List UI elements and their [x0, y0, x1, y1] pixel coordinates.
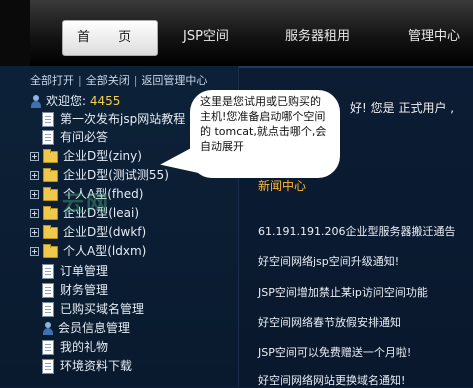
expand-icon[interactable]	[30, 228, 39, 237]
news-center-heading: 新闻中心	[258, 179, 307, 193]
content-divider	[238, 66, 473, 68]
tree-item-orders[interactable]: 订单管理	[30, 262, 108, 280]
tree-item-label: 有问必答	[60, 130, 109, 144]
document-icon	[42, 283, 54, 298]
collapse-all-link[interactable]: 全部关闭	[86, 74, 130, 87]
tree-item-label: 企业D型(dwkf)	[63, 225, 147, 239]
tree-item-label: 财务管理	[60, 283, 109, 297]
news-link[interactable]: JSP空间增加禁止某ip访问空间功能	[258, 284, 428, 300]
back-to-management-link[interactable]: 返回管理中心	[141, 74, 207, 87]
tree-item-faq[interactable]: 有问必答	[30, 128, 108, 146]
expand-icon[interactable]	[30, 190, 39, 199]
tree-item-downloads[interactable]: 环境资料下载	[30, 357, 132, 375]
news-link[interactable]: 61.191.191.206企业型服务器搬迁通告	[258, 223, 455, 239]
tree-item-member-info[interactable]: 会员信息管理	[30, 319, 130, 337]
document-icon	[42, 112, 54, 127]
document-icon	[42, 340, 54, 355]
tree-item-label: 已购买域名管理	[60, 302, 145, 316]
folder-icon	[43, 186, 58, 201]
tree-item-label: 我的礼物	[60, 340, 109, 354]
folder-icon	[43, 148, 58, 163]
expand-icon[interactable]	[30, 152, 39, 161]
folder-icon	[43, 243, 58, 258]
member-icon	[42, 322, 54, 335]
nav-jsp-hosting[interactable]: JSP空间	[183, 20, 229, 54]
nav-management-center[interactable]: 管理中心	[408, 20, 460, 54]
document-icon	[42, 359, 54, 374]
welcome-row: 欢迎您: 4455	[30, 92, 120, 110]
expand-icon[interactable]	[30, 209, 39, 218]
tree-item-space-ziny[interactable]: 企业D型(ziny)	[30, 147, 142, 165]
news-link[interactable]: 好空间网络jsp空间升级通知!	[258, 253, 399, 269]
tree-item-label: 个人A型(ldxm)	[63, 244, 147, 258]
document-icon	[42, 130, 54, 145]
watermark: 云网	[62, 192, 111, 217]
tree-item-label: 会员信息管理	[58, 321, 131, 335]
expand-all-link[interactable]: 全部打开	[30, 74, 74, 87]
tree-item-gifts[interactable]: 我的礼物	[30, 338, 108, 356]
tree-item-tutorial[interactable]: 第一次发布jsp网站教程	[30, 110, 185, 128]
user-icon	[30, 95, 42, 108]
tree-item-domains[interactable]: 已购买域名管理	[30, 300, 144, 318]
tree-item-label: 企业D型(测试测55)	[63, 168, 169, 182]
nav-home[interactable]: 首 页	[62, 20, 159, 56]
tree-controls: 全部打开 | 全部关闭 | 返回管理中心	[30, 74, 208, 87]
tree-item-space-ldxm[interactable]: 个人A型(ldxm)	[30, 242, 146, 260]
tree-item-finance[interactable]: 财务管理	[30, 281, 108, 299]
tree-item-label: 环境资料下载	[60, 359, 133, 373]
tree-item-space-dwkf[interactable]: 企业D型(dwkf)	[30, 223, 146, 241]
nav-server-rental[interactable]: 服务器租用	[285, 20, 350, 54]
tree-item-label: 企业D型(ziny)	[63, 149, 142, 163]
tree-item-label: 订单管理	[60, 264, 109, 278]
news-link[interactable]: 好空间网络春节放假安排通知	[258, 314, 401, 330]
document-icon	[42, 302, 54, 317]
folder-icon	[43, 167, 58, 182]
news-link[interactable]: 好空间网络网站更换域名通知!	[258, 372, 405, 388]
folder-icon	[43, 224, 58, 239]
document-icon	[42, 264, 54, 279]
expand-icon[interactable]	[30, 247, 39, 256]
tree-item-label: 第一次发布jsp网站教程	[60, 112, 186, 126]
user-id: 4455	[89, 94, 121, 108]
folder-icon	[43, 205, 58, 220]
expand-icon[interactable]	[30, 171, 39, 180]
welcome-label: 欢迎您:	[46, 94, 87, 108]
help-callout: 这里是您试用或已购买的主机!您准备启动哪个空间的 tomcat,就点击哪个,会自…	[190, 90, 340, 178]
account-status-text: 好! 您是 正式用户 ,	[350, 101, 455, 115]
news-link[interactable]: JSP空间可以免费赠送一个月啦!	[258, 344, 411, 360]
tree-item-space-test55[interactable]: 企业D型(测试测55)	[30, 166, 169, 184]
